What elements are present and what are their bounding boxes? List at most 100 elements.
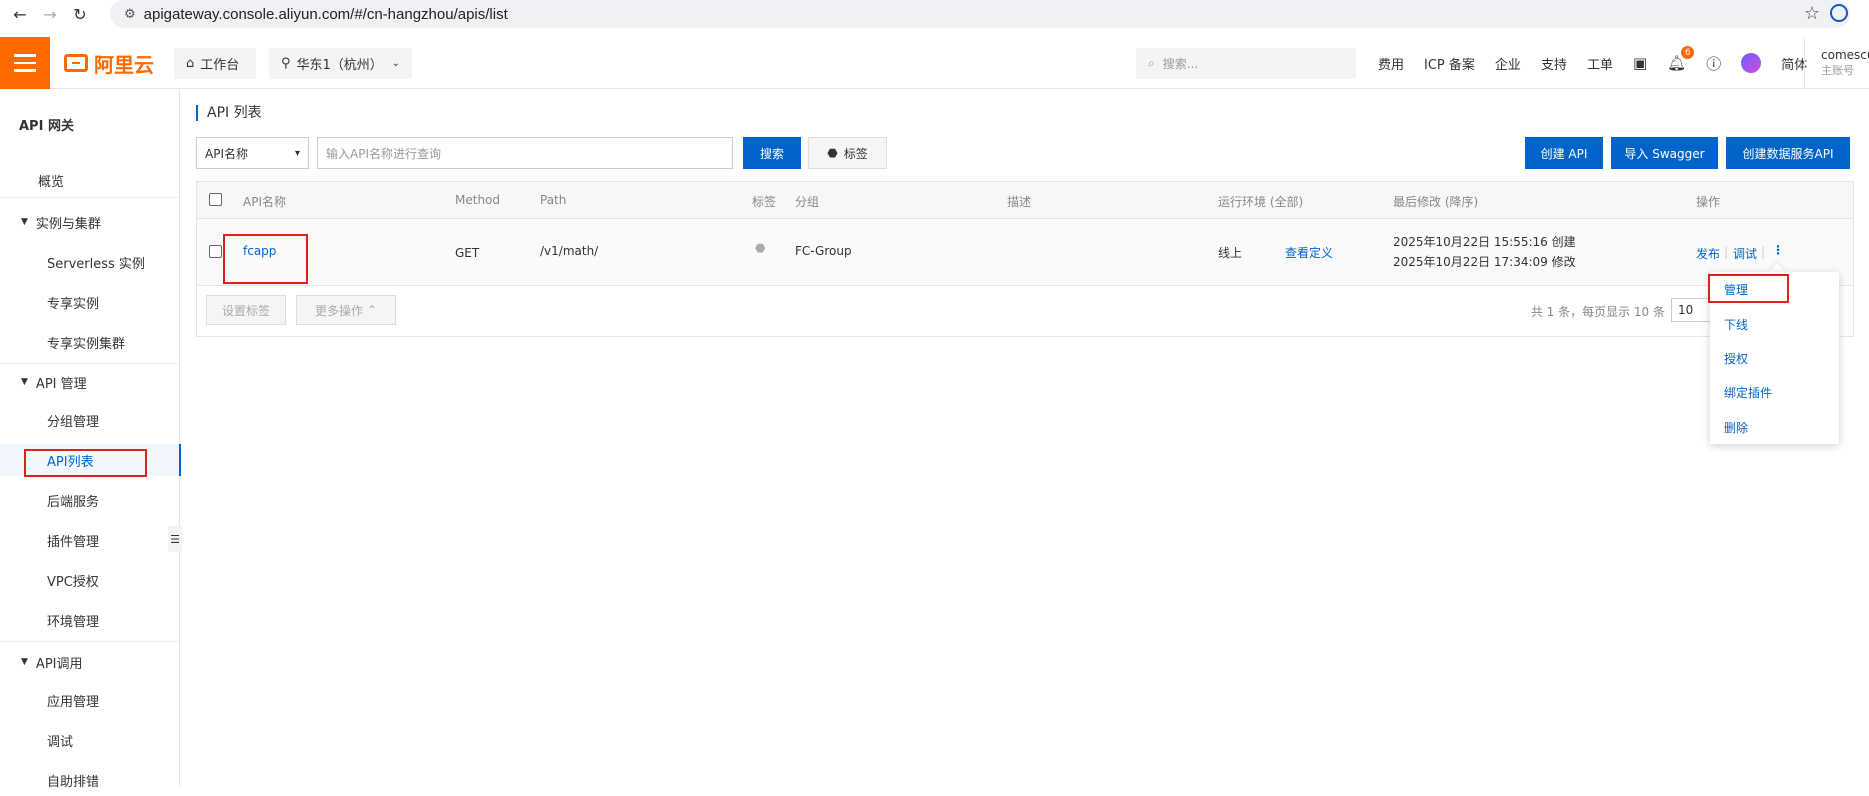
- sidebar-item-environments[interactable]: 环境管理: [0, 604, 180, 636]
- sidebar-item-label: 后端服务: [47, 494, 100, 510]
- table-footer: 设置标签 更多操作 ⌃ 共 1 条，每页显示 10 条 10: [197, 286, 1853, 336]
- bell-icon[interactable]: 🔔︎ 6: [1667, 46, 1695, 72]
- forward-arrow-icon[interactable]: →: [38, 2, 62, 26]
- set-tag-label: 设置标签: [221, 303, 270, 318]
- api-group: FC-Group: [795, 244, 852, 258]
- menu-item-delete[interactable]: 删除: [1724, 419, 1748, 436]
- sidebar-item-debug[interactable]: 调试: [0, 724, 180, 756]
- publish-link[interactable]: 发布: [1696, 245, 1720, 262]
- region-label: 华东1（杭州）: [296, 58, 383, 73]
- caret-down-icon: ▼: [21, 377, 28, 387]
- main-content: API 列表 API名称 ▾ 输入API名称进行查询 搜索 ⬣ 标签 创建 AP…: [181, 90, 1869, 786]
- page-size-select[interactable]: 10: [1671, 298, 1713, 322]
- sidebar-item-groups[interactable]: 分组管理: [0, 404, 180, 436]
- sidebar-item-dedicated-cluster[interactable]: 专享实例集群: [0, 326, 180, 358]
- action-separator: |: [1761, 245, 1766, 259]
- sidebar-divider: [0, 641, 180, 642]
- api-name-search-input[interactable]: 输入API名称进行查询: [317, 137, 733, 169]
- sidebar-item-dedicated-instance[interactable]: 专享实例: [0, 286, 180, 318]
- sidebar-divider: [0, 363, 180, 364]
- sidebar-group-instances[interactable]: ▼ 实例与集群: [0, 206, 180, 238]
- sidebar-item-label: 自助排错: [47, 774, 100, 790]
- topnav-link-support[interactable]: 支持: [1541, 54, 1567, 73]
- highlight-box-api-list: [24, 449, 147, 477]
- menu-icon[interactable]: [0, 37, 50, 89]
- create-api-label: 创建 API: [1540, 146, 1588, 161]
- more-actions-icon[interactable]: ⋮: [1772, 243, 1784, 257]
- workbench-button[interactable]: ⌂ 工作台: [174, 48, 256, 79]
- search-button[interactable]: 搜索: [743, 137, 801, 169]
- api-method: GET: [455, 246, 480, 260]
- sidebar-item-overview[interactable]: 概览: [0, 164, 180, 196]
- sidebar-group-api-invocation[interactable]: ▼ API调用: [0, 646, 180, 678]
- profile-icon[interactable]: [1830, 4, 1848, 22]
- menu-item-offline[interactable]: 下线: [1724, 316, 1748, 333]
- set-tag-button[interactable]: 设置标签: [206, 295, 286, 325]
- table-row: fcapp GET /v1/math/ ⬣ FC-Group 线上 查看定义 2…: [197, 219, 1853, 286]
- sidebar-collapse-icon[interactable]: ☰: [168, 526, 182, 552]
- sidebar-group-api-management[interactable]: ▼ API 管理: [0, 366, 180, 398]
- url-text: apigateway.console.aliyun.com/#/cn-hangz…: [143, 5, 508, 23]
- bookmark-star-icon[interactable]: ☆: [1804, 3, 1820, 24]
- sidebar-item-label: Serverless 实例: [47, 256, 145, 272]
- ai-assistant-icon[interactable]: [1741, 53, 1762, 73]
- tag-icon[interactable]: ⬣: [755, 241, 765, 255]
- menu-item-bind-plugin[interactable]: 绑定插件: [1724, 384, 1772, 401]
- topnav-link-ticket[interactable]: 工单: [1587, 54, 1613, 73]
- column-header-modified[interactable]: 最后修改 (降序): [1393, 193, 1478, 210]
- debug-link[interactable]: 调试: [1733, 245, 1757, 262]
- sidebar-item-plugins[interactable]: 插件管理: [0, 524, 180, 556]
- create-api-button[interactable]: 创建 API: [1525, 137, 1603, 169]
- tag-filter-button[interactable]: ⬣ 标签: [808, 137, 887, 169]
- api-created-time: 2025年10月22日 15:55:16 创建: [1393, 235, 1576, 249]
- sidebar-item-label: 专享实例: [47, 296, 100, 312]
- column-header-environment[interactable]: 运行环境 (全部): [1218, 193, 1303, 210]
- sidebar-divider: [0, 197, 180, 198]
- column-header-actions: 操作: [1696, 195, 1721, 209]
- api-modified-time: 2025年10月22日 17:34:09 修改: [1393, 255, 1576, 269]
- sidebar-item-troubleshoot[interactable]: 自助排错: [0, 764, 180, 796]
- sidebar-item-serverless[interactable]: Serverless 实例: [0, 246, 180, 278]
- sidebar-item-label: 概览: [38, 174, 65, 190]
- topnav-link-icp[interactable]: ICP 备案: [1424, 54, 1475, 73]
- sidebar-item-apps[interactable]: 应用管理: [0, 684, 180, 716]
- sidebar-item-label: 调试: [47, 734, 74, 750]
- aliyun-logo[interactable]: 阿里云: [64, 51, 154, 77]
- reload-icon[interactable]: ↻: [68, 2, 92, 26]
- username: comescu: [1821, 48, 1869, 62]
- select-all-checkbox[interactable]: [209, 193, 222, 206]
- search-icon: ⌕: [1148, 56, 1155, 70]
- site-settings-icon[interactable]: ⚙: [124, 7, 136, 22]
- sidebar-item-backend-services[interactable]: 后端服务: [0, 484, 180, 516]
- address-bar[interactable]: ⚙ apigateway.console.aliyun.com/#/cn-han…: [110, 0, 1850, 28]
- topnav-link-billing[interactable]: 费用: [1378, 54, 1404, 73]
- import-swagger-button[interactable]: 导入 Swagger: [1611, 137, 1718, 169]
- topnav-link-enterprise[interactable]: 企业: [1495, 54, 1521, 73]
- filter-field-select[interactable]: API名称 ▾: [196, 137, 309, 169]
- more-operations-button[interactable]: 更多操作 ⌃: [296, 295, 396, 325]
- sidebar-item-label: 插件管理: [47, 534, 100, 550]
- home-icon: ⌂: [186, 56, 195, 71]
- sidebar-item-vpc-auth[interactable]: VPC授权: [0, 564, 180, 596]
- aliyun-logo-mark-icon: [64, 54, 88, 72]
- tag-icon: ⬣: [827, 146, 838, 160]
- back-arrow-icon[interactable]: ←: [8, 2, 32, 26]
- workbench-label: 工作台: [200, 58, 240, 73]
- browser-toolbar: ← → ↻ ⚙ apigateway.console.aliyun.com/#/…: [0, 0, 1869, 28]
- terminal-icon[interactable]: ▣: [1633, 54, 1647, 72]
- api-table: API名称 Method Path 标签 分组 描述 运行环境 (全部) 最后修…: [196, 181, 1854, 337]
- user-account[interactable]: comescu 主账号: [1804, 37, 1869, 89]
- help-icon[interactable]: ⓘ: [1706, 53, 1721, 74]
- global-search-input[interactable]: ⌕ 搜索...: [1136, 48, 1356, 79]
- create-data-api-button[interactable]: 创建数据服务API: [1726, 137, 1850, 169]
- caret-down-icon: ▼: [21, 657, 28, 667]
- row-checkbox[interactable]: [209, 245, 222, 258]
- tag-button-label: 标签: [843, 146, 868, 161]
- menu-item-authorize[interactable]: 授权: [1724, 350, 1748, 367]
- column-header-method: Method: [455, 193, 501, 207]
- view-definition-link[interactable]: 查看定义: [1285, 244, 1333, 261]
- region-selector[interactable]: ⚲ 华东1（杭州） ⌄: [269, 48, 412, 79]
- sidebar-item-label: 应用管理: [47, 694, 100, 710]
- column-header-group: 分组: [795, 195, 820, 209]
- location-pin-icon: ⚲: [281, 56, 291, 71]
